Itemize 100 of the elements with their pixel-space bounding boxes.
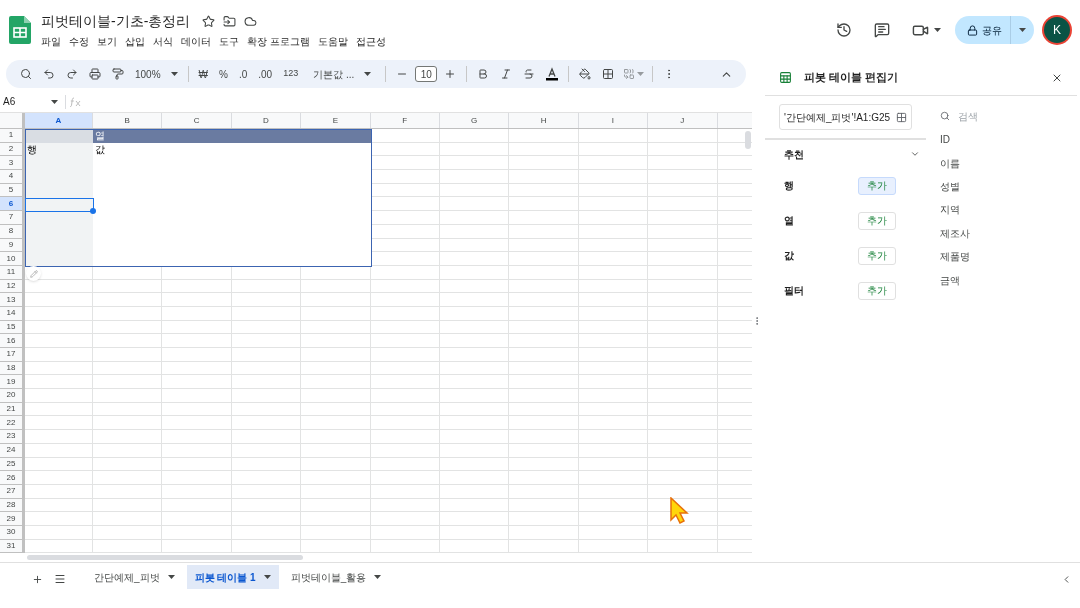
add-button[interactable]: 추가 — [858, 176, 896, 195]
table-cell[interactable] — [648, 252, 718, 266]
row-header[interactable]: 1 — [0, 129, 25, 143]
currency-button[interactable]: ₩ — [194, 66, 213, 82]
table-cell[interactable] — [439, 197, 510, 212]
table-cell[interactable] — [370, 129, 440, 143]
table-cell[interactable] — [301, 512, 371, 526]
table-cell[interactable] — [162, 416, 232, 431]
table-cell[interactable] — [439, 430, 510, 444]
table-cell[interactable] — [578, 348, 649, 362]
menu-item[interactable]: 데이터 — [181, 34, 211, 49]
field-item[interactable]: 금액 — [940, 268, 1080, 292]
table-cell[interactable] — [648, 348, 718, 362]
row-header[interactable]: 6 — [0, 197, 25, 212]
table-cell[interactable] — [648, 293, 718, 307]
table-cell[interactable] — [370, 156, 440, 171]
table-cell[interactable] — [439, 170, 510, 184]
table-cell[interactable] — [648, 211, 718, 225]
row-header[interactable]: 22 — [0, 416, 25, 431]
row-header[interactable]: 26 — [0, 471, 25, 485]
comment-icon[interactable] — [874, 22, 890, 38]
selected-cell[interactable] — [25, 197, 94, 213]
add-button[interactable]: 추가 — [858, 246, 896, 265]
table-cell[interactable] — [25, 348, 93, 362]
menu-item[interactable]: 확장 프로그램 — [247, 34, 310, 49]
table-cell[interactable] — [93, 471, 163, 485]
column-header[interactable]: A — [25, 113, 93, 128]
row-header[interactable]: 17 — [0, 348, 25, 362]
field-item[interactable]: 성별 — [940, 174, 1080, 199]
table-cell[interactable] — [25, 389, 93, 403]
table-cell[interactable] — [370, 293, 440, 307]
table-cell[interactable] — [509, 416, 579, 431]
fill-handle[interactable] — [90, 208, 96, 215]
table-cell[interactable] — [509, 197, 579, 212]
table-cell[interactable] — [301, 416, 371, 431]
column-header[interactable] — [717, 113, 752, 128]
cloud-icon[interactable] — [244, 15, 258, 28]
table-cell[interactable] — [439, 389, 510, 403]
table-cell[interactable] — [439, 252, 510, 266]
table-cell[interactable] — [231, 293, 302, 307]
column-header[interactable]: H — [509, 113, 579, 128]
table-cell[interactable] — [439, 129, 510, 143]
table-cell[interactable] — [162, 430, 232, 444]
menu-item[interactable]: 접근성 — [355, 34, 386, 49]
table-cell[interactable] — [578, 211, 649, 225]
table-cell[interactable] — [509, 156, 579, 171]
table-cell[interactable] — [578, 416, 649, 431]
table-cell[interactable] — [370, 252, 440, 266]
table-cell[interactable] — [509, 389, 579, 403]
table-cell[interactable] — [578, 252, 649, 266]
column-header[interactable]: G — [439, 113, 510, 128]
table-cell[interactable] — [162, 389, 232, 403]
field-item[interactable]: 지역 — [940, 198, 1080, 222]
table-cell[interactable] — [648, 197, 718, 212]
table-cell[interactable] — [578, 471, 649, 485]
menu-item[interactable]: 파일 — [41, 34, 61, 49]
column-header[interactable]: J — [648, 113, 718, 128]
table-cell[interactable] — [231, 375, 302, 390]
table-cell[interactable] — [509, 512, 579, 526]
table-cell[interactable] — [370, 512, 440, 526]
table-cell[interactable] — [370, 430, 440, 444]
table-cell[interactable] — [370, 389, 440, 403]
table-cell[interactable] — [231, 416, 302, 431]
field-item[interactable]: 이름 — [940, 151, 1080, 175]
table-cell[interactable] — [25, 416, 93, 431]
folder-icon[interactable] — [223, 15, 237, 28]
row-header[interactable]: 4 — [0, 170, 25, 184]
row-header[interactable]: 13 — [0, 293, 25, 307]
add-button[interactable]: 추가 — [858, 211, 896, 230]
table-cell[interactable] — [578, 389, 649, 403]
table-cell[interactable] — [648, 129, 718, 143]
menu-item[interactable]: 보기 — [97, 34, 117, 49]
table-cell[interactable] — [648, 430, 718, 444]
table-cell[interactable] — [439, 293, 510, 307]
sheet-tab[interactable]: 간단예제_피벗 — [86, 565, 183, 589]
row-header[interactable]: 29 — [0, 512, 25, 526]
table-cell[interactable] — [648, 334, 718, 348]
font-dropdown[interactable]: 기본값 ... — [305, 66, 380, 82]
table-cell[interactable] — [162, 375, 232, 390]
add-button[interactable]: 추가 — [858, 281, 896, 300]
table-cell[interactable] — [370, 211, 440, 225]
table-cell[interactable] — [509, 129, 579, 143]
menu-item[interactable]: 도구 — [219, 34, 239, 49]
table-cell[interactable] — [231, 348, 302, 362]
table-cell[interactable] — [578, 170, 649, 184]
table-cell[interactable] — [578, 512, 649, 526]
history-icon[interactable] — [836, 22, 852, 38]
chevron-down-icon[interactable] — [910, 149, 920, 159]
table-cell[interactable] — [370, 471, 440, 485]
table-cell[interactable] — [578, 334, 649, 348]
table-cell[interactable] — [370, 416, 440, 431]
table-cell[interactable] — [648, 375, 718, 390]
table-cell[interactable] — [231, 430, 302, 444]
horizontal-scrollbar[interactable] — [27, 555, 303, 560]
table-cell[interactable] — [231, 512, 302, 526]
sheet-tab[interactable]: 피봇 테이블 1 — [186, 565, 279, 589]
field-item[interactable]: ID — [940, 128, 1080, 152]
table-cell[interactable] — [25, 375, 93, 390]
table-cell[interactable] — [648, 156, 718, 171]
column-header[interactable]: C — [162, 113, 232, 128]
